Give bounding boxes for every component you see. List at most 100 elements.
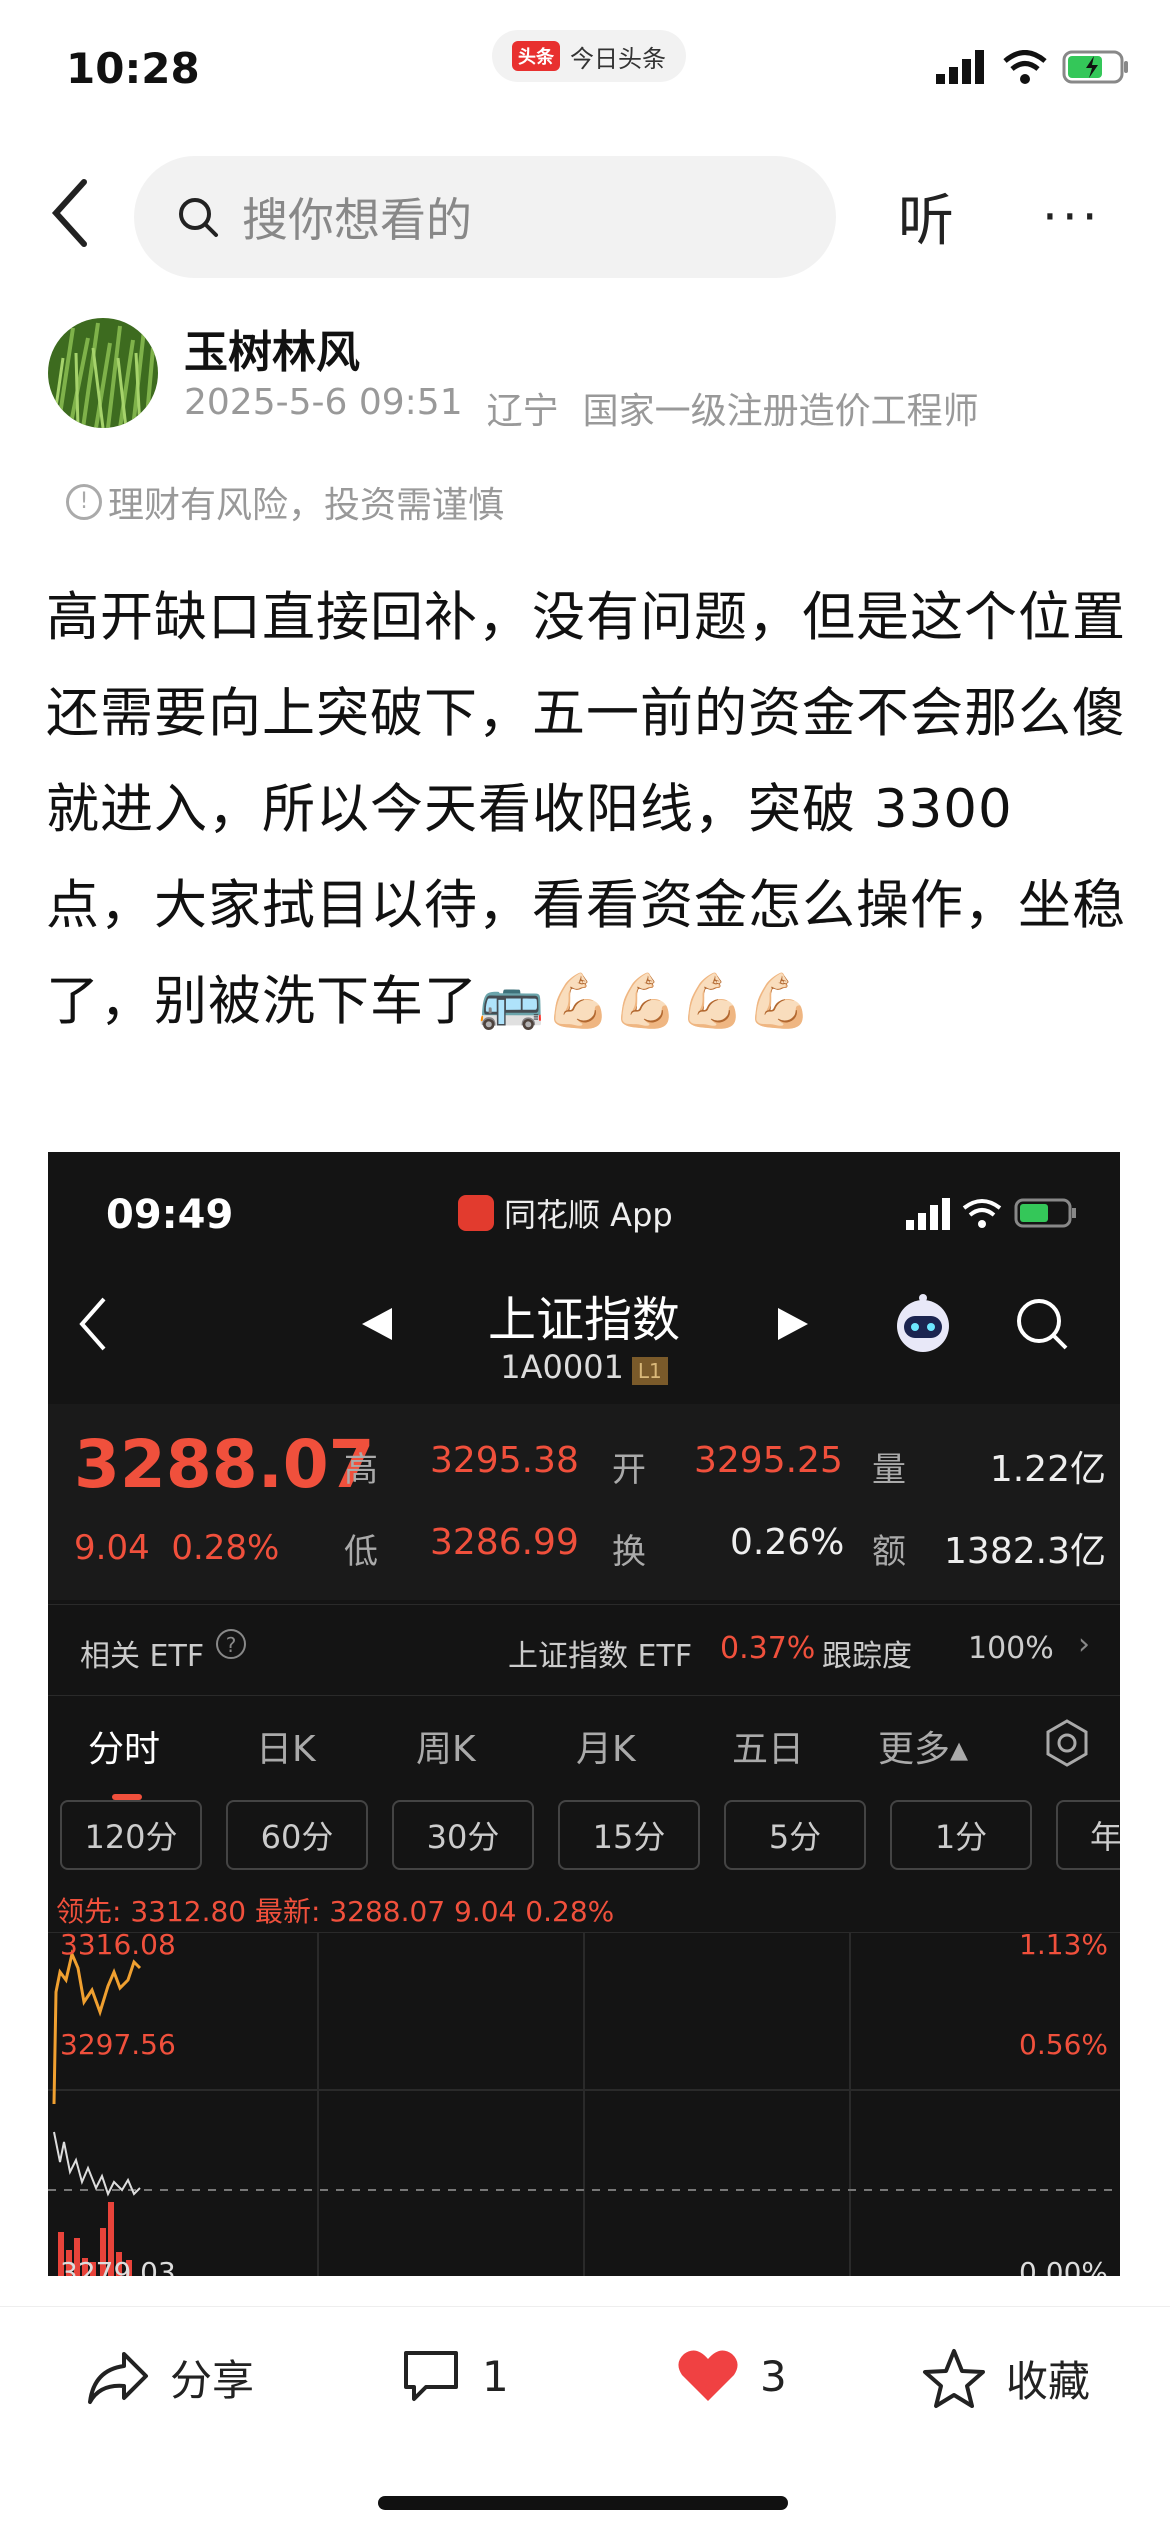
wifi-icon bbox=[1003, 50, 1047, 84]
embedded-time: 09:49 bbox=[106, 1192, 234, 1238]
post-body: 高开缺口直接回补，没有问题，但是这个位置还需要向上突破下，五一前的资金不会那么傻… bbox=[46, 587, 1126, 1032]
share-button[interactable]: 分享 bbox=[86, 2347, 254, 2408]
comment-button[interactable]: 1 bbox=[400, 2347, 509, 2405]
volume-label: 量 bbox=[872, 1450, 906, 1490]
low-value: 3286.99 bbox=[430, 1522, 579, 1563]
pct-low-label: 0.00% bbox=[1019, 2256, 1108, 2276]
level-badge: L1 bbox=[631, 1357, 668, 1385]
interval-15m[interactable]: 15分 bbox=[558, 1800, 700, 1870]
tab-monthly-k[interactable]: 月K bbox=[576, 1720, 636, 1772]
lead-line: 领先: 3312.80 最新: 3288.07 9.04 0.28% bbox=[56, 1895, 615, 1928]
intraday-chart-svg: 3316.08 3297.56 3279.03 1.13% 0.56% 0.00… bbox=[48, 1928, 1120, 2276]
embedded-app-pill: 同花顺 App bbox=[458, 1190, 673, 1236]
action-bar: 分享 1 3 收藏 bbox=[0, 2306, 1170, 2437]
chevron-right-icon: › bbox=[1078, 1627, 1090, 1662]
turnover-value: 0.26% bbox=[730, 1522, 845, 1563]
interval-5m[interactable]: 5分 bbox=[724, 1800, 866, 1870]
high-value: 3295.38 bbox=[430, 1440, 579, 1481]
comment-count: 1 bbox=[482, 2351, 509, 2401]
low-label: 低 bbox=[344, 1532, 378, 1572]
index-price: 3288.07 bbox=[74, 1426, 375, 1503]
author-name[interactable]: 玉树林风 bbox=[184, 316, 360, 380]
status-icons bbox=[936, 50, 1130, 84]
open-value: 3295.25 bbox=[694, 1440, 843, 1481]
tonghuashun-app-icon bbox=[458, 1195, 494, 1231]
status-time: 10:28 bbox=[66, 44, 200, 93]
interval-60m[interactable]: 60分 bbox=[226, 1800, 368, 1870]
search-icon bbox=[179, 198, 218, 237]
star-icon bbox=[923, 2349, 985, 2408]
embedded-status-icons bbox=[906, 1196, 1086, 1234]
author-title: 国家一级注册造价工程师 bbox=[582, 391, 979, 432]
index-change: 9.04 0.28% bbox=[74, 1528, 279, 1568]
pct-mid-label: 0.56% bbox=[1019, 2028, 1108, 2061]
toutiao-logo: 头条 bbox=[512, 41, 560, 71]
back-icon[interactable] bbox=[50, 178, 90, 248]
favorite-button[interactable]: 收藏 bbox=[922, 2347, 1090, 2409]
high-label: 高 bbox=[344, 1450, 378, 1490]
index-change-pct: 0.28% bbox=[171, 1528, 280, 1568]
risk-notice-text: 理财有风险，投资需谨慎 bbox=[108, 485, 505, 526]
tab-daily-k[interactable]: 日K bbox=[256, 1720, 316, 1772]
index-code-row: 1A0001 L1 bbox=[48, 1348, 1120, 1386]
avatar[interactable] bbox=[48, 318, 158, 428]
pct-top-label: 1.13% bbox=[1019, 1932, 1108, 1961]
volume-value: 1.22亿 bbox=[989, 1449, 1106, 1490]
index-change-value: 9.04 bbox=[74, 1528, 150, 1568]
like-button[interactable]: 3 bbox=[676, 2347, 787, 2405]
embedded-app-name: 同花顺 App bbox=[504, 1196, 673, 1234]
share-icon bbox=[88, 2351, 148, 2404]
post-date: 2025-5-6 09:51 bbox=[184, 382, 463, 423]
embedded-search-icon[interactable] bbox=[1014, 1296, 1070, 1352]
battery-icon bbox=[1062, 50, 1128, 84]
avg-line bbox=[53, 2131, 141, 2197]
interval-year[interactable]: 年 bbox=[1056, 1800, 1120, 1870]
robot-assistant-icon[interactable] bbox=[890, 1294, 956, 1354]
help-icon[interactable]: ? bbox=[216, 1629, 246, 1659]
search-input[interactable]: 搜你想看的 bbox=[134, 156, 836, 278]
amount-value: 1382.3亿 bbox=[944, 1531, 1106, 1572]
interval-1m[interactable]: 1分 bbox=[890, 1800, 1032, 1870]
search-placeholder: 搜你想看的 bbox=[242, 193, 472, 247]
axis-mid-label: 3297.56 bbox=[60, 2028, 176, 2061]
post-location: 辽宁 bbox=[486, 391, 559, 432]
interval-30m[interactable]: 30分 bbox=[392, 1800, 534, 1870]
comment-icon bbox=[404, 2351, 458, 2401]
tab-intraday[interactable]: 分时 bbox=[88, 1720, 160, 1772]
next-index-icon[interactable] bbox=[776, 1306, 810, 1342]
embedded-status-icon bbox=[906, 1198, 1076, 1230]
embedded-screenshot[interactable]: 09:49 同花顺 App 上证指数 1A0001 L1 3288.07 9.04… bbox=[48, 1152, 1120, 2276]
status-app-pill: 头条 今日头条 bbox=[492, 30, 686, 82]
etf-name: 上证指数 ETF bbox=[508, 1639, 693, 1674]
heart-icon bbox=[678, 2350, 738, 2401]
risk-notice: ! 理财有风险，投资需谨慎 bbox=[66, 476, 504, 528]
amount-label: 额 bbox=[872, 1532, 906, 1572]
more-options-button[interactable]: ··· bbox=[1042, 188, 1102, 246]
share-label: 分享 bbox=[170, 2356, 255, 2405]
interval-120m[interactable]: 120分 bbox=[60, 1800, 202, 1870]
tab-weekly-k[interactable]: 周K bbox=[416, 1720, 476, 1772]
axis-low-label: 3279.03 bbox=[60, 2256, 176, 2276]
post-meta: 2025-5-6 09:51 辽宁 国家一级注册造价工程师 bbox=[184, 382, 979, 434]
related-etf-bar[interactable]: 相关 ETF ? 上证指数 ETF 0.37% 跟踪度 100% › bbox=[48, 1604, 1120, 1696]
axis-top-label: 3316.08 bbox=[60, 1932, 176, 1961]
tab-more[interactable]: 更多▴ bbox=[878, 1720, 968, 1772]
settings-icon[interactable] bbox=[1042, 1718, 1092, 1768]
turnover-label: 换 bbox=[612, 1532, 646, 1572]
home-indicator[interactable] bbox=[378, 2496, 788, 2510]
tracking-label: 跟踪度 bbox=[822, 1639, 912, 1674]
index-title: 上证指数 bbox=[487, 1292, 680, 1348]
tracking-value: 100% bbox=[968, 1631, 1054, 1666]
signal-icon bbox=[936, 50, 984, 84]
favorite-label: 收藏 bbox=[1006, 2356, 1091, 2406]
etf-label: 相关 ETF bbox=[80, 1639, 205, 1674]
etf-pct: 0.37% bbox=[720, 1631, 816, 1666]
info-icon: ! bbox=[66, 484, 102, 520]
tab-five-day[interactable]: 五日 bbox=[732, 1720, 804, 1772]
intraday-chart[interactable]: 3316.08 3297.56 3279.03 1.13% 0.56% 0.00… bbox=[48, 1928, 1120, 2276]
listen-button[interactable]: 听 bbox=[898, 176, 954, 257]
index-code: 1A0001 bbox=[500, 1348, 624, 1386]
open-label: 开 bbox=[612, 1450, 646, 1490]
status-app-name: 今日头条 bbox=[570, 44, 666, 73]
like-count: 3 bbox=[760, 2351, 787, 2401]
